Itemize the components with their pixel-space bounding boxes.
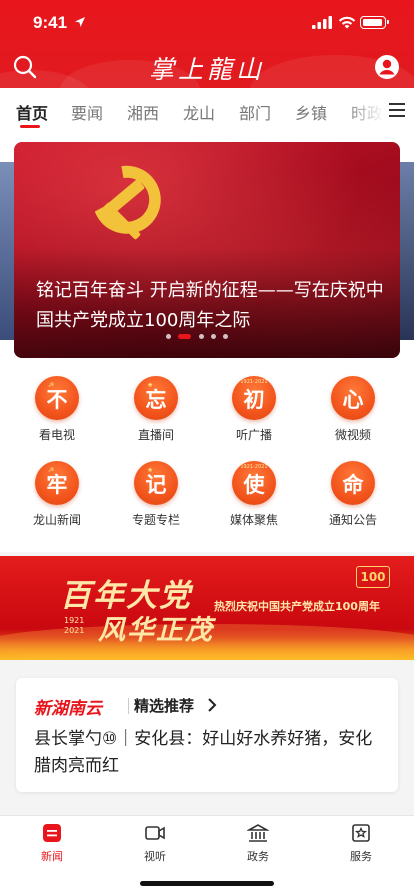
tab-townships[interactable]: 乡镇 [295,100,327,124]
party-emblem-icon [94,165,161,240]
chevron-right-icon[interactable] [206,697,218,713]
app-logo: 掌上龍山 [148,55,265,84]
promo-years: 1921 2021 [64,616,85,635]
announcement-shortcut-icon: 命 [331,461,375,505]
tab-home[interactable]: 首页 [16,100,48,124]
live-shortcut-icon: ★ 忘 [134,376,178,420]
carousel-dot-active [178,334,191,339]
carousel-prev-peek[interactable] [0,162,14,340]
carousel-dot [223,334,228,339]
news-shortcut-icon: ☭ 牢 [35,461,79,505]
tab-xiangxi[interactable]: 湘西 [127,100,159,124]
channel-menu-icon[interactable] [386,100,408,120]
service-icon [352,824,370,842]
news-icon [43,824,61,842]
centenary-promo-banner[interactable]: 百年大党 风华正茂 1921 2021 热烈庆祝中国共产党成立100周年 100 [0,556,414,660]
government-icon [247,824,269,842]
cellular-signal-icon [312,16,332,29]
radio-shortcut-icon: 1921-2021 初 [232,376,276,420]
wifi-icon [338,16,356,29]
micro-video-shortcut-icon: 心 [331,376,375,420]
carousel-next-peek[interactable] [400,162,414,340]
carousel-dot [166,334,171,339]
carousel-dot [211,334,216,339]
video-icon [145,826,165,840]
channel-tabs: 首页 要闻 湘西 龙山 部门 乡镇 时政 [0,88,414,132]
tab-headlines[interactable]: 要闻 [71,100,103,124]
article-title[interactable]: 县长掌勺⑩｜安化县：好山好水养好猪，安化腊肉亮而红 [34,726,384,780]
tab-departments[interactable]: 部门 [239,100,271,124]
carousel-headline[interactable]: 铭记百年奋斗 开启新的征程——写在庆祝中国共产党成立100周年之际 [36,276,386,336]
tv-shortcut-icon: ☭ 不 [35,376,79,420]
brand-logo: 新湖南云 [34,699,102,719]
carousel-dot [199,334,204,339]
battery-icon [360,16,389,29]
topics-shortcut-icon: ★ 记 [134,461,178,505]
user-icon[interactable] [374,54,400,80]
media-focus-shortcut-icon: 1921-2021 使 [232,461,276,505]
featured-recommendation-card[interactable]: 新湖南云 精选推荐 县长掌勺⑩｜安化县：好山好水养好猪，安化腊肉亮而红 [16,678,398,792]
status-bar: 9:41 [0,10,414,34]
status-time: 9:41 [33,13,68,32]
section-label[interactable]: 精选推荐 [134,695,194,716]
promo-caption: 热烈庆祝中国共产党成立100周年 [214,600,380,613]
active-tab-indicator [20,125,40,128]
home-indicator [140,881,274,886]
promo-sub-text: 风华正茂 [98,615,214,646]
app-header: 9:41 掌上龍山 [0,0,414,88]
tab-longshan[interactable]: 龙山 [183,100,215,124]
location-arrow-icon [75,17,85,27]
centenary-badge: 100 [356,566,390,588]
headline-carousel[interactable]: 铭记百年奋斗 开启新的征程——写在庆祝中国共产党成立100周年之际 [14,142,400,358]
